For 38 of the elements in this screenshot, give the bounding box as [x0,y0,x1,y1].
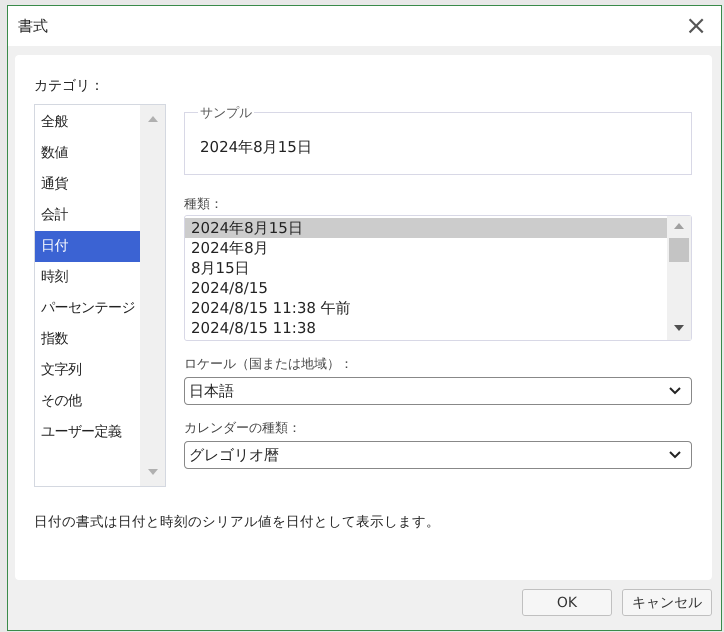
type-label: 種類： [184,196,224,213]
category-label: カテゴリ： [34,77,105,96]
window-title: 書式 [18,16,48,36]
scroll-down-icon[interactable] [673,324,685,332]
type-item[interactable]: 2024/8/15 [185,278,667,298]
category-item[interactable]: 全般 [35,107,140,138]
type-item[interactable]: 2024年8月15日 [185,218,667,238]
type-item[interactable]: 2024/8/15 11:38 [185,318,667,338]
calendar-dropdown[interactable]: グレゴリオ暦 [184,441,692,469]
ok-button[interactable]: OK [522,589,612,616]
category-item[interactable]: 会計 [35,200,140,231]
locale-dropdown[interactable]: 日本語 [184,377,692,405]
locale-label: ロケール（国または地域）： [184,356,354,373]
category-item[interactable]: 時刻 [35,262,140,293]
type-item[interactable]: 8月15日 [185,258,667,278]
category-item[interactable]: パーセンテージ [35,293,140,324]
chevron-down-icon [669,387,681,395]
category-item[interactable]: 文字列 [35,355,140,386]
category-item[interactable]: 日付 [35,231,140,262]
chevron-down-icon [669,451,681,459]
category-item[interactable]: 指数 [35,324,140,355]
sample-legend: サンプル [198,104,254,122]
close-button[interactable]: × [681,13,711,39]
description-text: 日付の書式は日付と時刻のシリアル値を日付として表示します。 [34,513,441,531]
scrollbar[interactable] [667,216,691,340]
sample-value: 2024年8月15日 [200,138,312,157]
category-item[interactable]: 数値 [35,138,140,169]
type-item[interactable]: 2024/8/15 11:38 午前 [185,298,667,318]
category-item[interactable]: ユーザー定義 [35,417,140,448]
category-item[interactable]: 通貨 [35,169,140,200]
type-item[interactable]: 2024年8月 [185,238,667,258]
category-item[interactable]: その他 [35,386,140,417]
scroll-up-icon[interactable] [673,222,685,230]
cancel-button[interactable]: キャンセル [622,589,712,616]
scrollbar[interactable] [140,105,165,486]
scroll-thumb[interactable] [669,238,689,262]
scroll-up-icon[interactable] [146,115,158,123]
calendar-label: カレンダーの種類： [184,420,302,437]
